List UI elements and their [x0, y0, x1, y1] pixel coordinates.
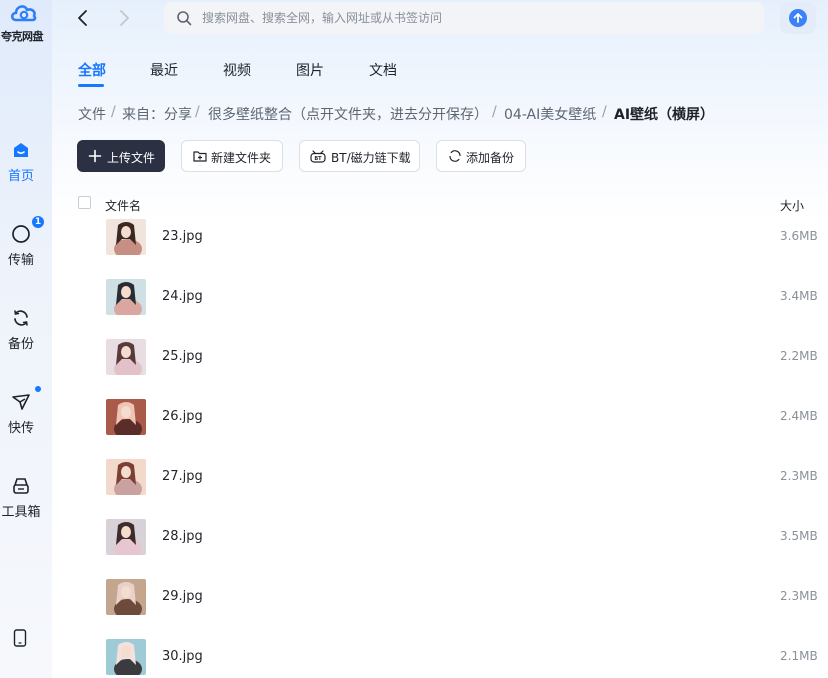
sidebar-item-label: 首页	[7, 169, 34, 184]
file-name[interactable]: 28.jpg	[162, 529, 203, 544]
tab-label: 最近	[150, 63, 178, 79]
plus-icon	[88, 149, 102, 163]
breadcrumb-item[interactable]: 文件	[78, 104, 106, 124]
file-size: 3.6MB	[780, 229, 818, 243]
table-row[interactable]: 26.jpg 2.4MB	[78, 399, 828, 455]
image-thumbnail	[106, 339, 146, 375]
sidebar-item-label: 传输	[7, 253, 34, 268]
sidebar-item-home[interactable]: 首页	[0, 140, 52, 200]
app-window: 夸克网盘 首页 1 传输 备份 快传 工具箱 搜索网盘、搜索全网，输入网址或从书…	[0, 0, 828, 678]
breadcrumb-separator: /	[111, 104, 116, 120]
sidebar-item-backup[interactable]: 备份	[0, 308, 52, 368]
transfer-badge: 1	[32, 216, 44, 228]
image-thumbnail	[106, 279, 146, 315]
new-folder-button[interactable]: 新建文件夹	[181, 140, 283, 172]
image-thumbnail	[106, 639, 146, 675]
tab-recent[interactable]: 最近	[150, 60, 178, 80]
sidebar-item-label: 快传	[7, 421, 34, 436]
file-name[interactable]: 27.jpg	[162, 469, 203, 484]
phone-icon[interactable]	[13, 629, 27, 647]
active-tab-indicator	[78, 84, 104, 87]
breadcrumb-current: AI壁纸（横屏）	[614, 107, 715, 123]
sidebar-item-label: 备份	[7, 337, 34, 352]
breadcrumb-item[interactable]: 很多壁纸整合（点开文件夹，进去分开保存）	[208, 104, 488, 124]
search-icon	[177, 11, 192, 26]
upload-queue-button[interactable]	[780, 2, 816, 34]
file-name[interactable]: 29.jpg	[162, 589, 203, 604]
file-name[interactable]: 24.jpg	[162, 289, 203, 304]
home-icon	[14, 143, 28, 157]
backup-sync-icon	[449, 150, 461, 162]
column-header-name[interactable]: 文件名	[105, 197, 141, 214]
sidebar-item-toolbox[interactable]: 工具箱	[0, 476, 52, 536]
forward-button[interactable]	[113, 6, 135, 30]
app-name: 夸克网盘	[1, 30, 44, 43]
table-row[interactable]: 25.jpg 2.2MB	[78, 339, 828, 395]
bt-icon: BT	[310, 150, 326, 163]
breadcrumb-separator: /	[492, 104, 497, 120]
cloud-logo-icon	[10, 5, 37, 22]
folder-plus-icon	[193, 151, 207, 162]
bt-magnet-download-button[interactable]: BT BT/磁力链下载	[299, 140, 420, 172]
search-input[interactable]	[202, 8, 742, 28]
tab-label: 视频	[223, 63, 251, 79]
file-size: 2.3MB	[780, 469, 818, 483]
tab-document[interactable]: 文档	[369, 60, 397, 80]
toolbox-icon	[13, 478, 29, 494]
column-header-size[interactable]: 大小	[780, 197, 804, 214]
add-backup-button[interactable]: 添加备份	[436, 140, 526, 172]
file-name[interactable]: 25.jpg	[162, 349, 203, 364]
quick-send-icon	[12, 394, 30, 410]
app-logo[interactable]: 夸克网盘	[0, 0, 52, 46]
file-name[interactable]: 23.jpg	[162, 229, 203, 244]
backup-icon	[14, 310, 28, 326]
table-row[interactable]: 28.jpg 3.5MB	[78, 519, 828, 575]
breadcrumb-item[interactable]: 来自：分享	[122, 104, 192, 124]
image-thumbnail	[106, 399, 146, 435]
file-size: 2.2MB	[780, 349, 818, 363]
breadcrumb-item[interactable]: 04-AI美女壁纸	[504, 104, 596, 124]
tab-label: 全部	[78, 63, 106, 79]
sidebar: 夸克网盘 首页 1 传输 备份 快传 工具箱	[0, 0, 52, 678]
image-thumbnail	[106, 519, 146, 555]
file-size: 3.4MB	[780, 289, 818, 303]
upload-file-label: 上传文件	[107, 151, 156, 165]
upload-arrow-icon	[789, 9, 807, 27]
search-bar[interactable]	[164, 2, 764, 34]
image-thumbnail	[106, 219, 146, 255]
file-size: 2.3MB	[780, 589, 818, 603]
file-size: 3.5MB	[780, 529, 818, 543]
breadcrumb-separator: /	[602, 104, 607, 120]
tab-image[interactable]: 图片	[296, 60, 324, 80]
add-backup-label: 添加备份	[466, 151, 515, 165]
bt-download-label: BT/磁力链下载	[331, 151, 411, 165]
transfer-icon	[12, 225, 30, 243]
tab-label: 文档	[369, 63, 397, 79]
notification-dot	[35, 386, 41, 392]
new-folder-label: 新建文件夹	[211, 151, 272, 165]
sidebar-item-quick-send[interactable]: 快传	[0, 386, 52, 452]
table-row[interactable]: 23.jpg 3.6MB	[78, 219, 828, 275]
svg-text:BT: BT	[314, 156, 322, 162]
tab-all[interactable]: 全部	[78, 60, 106, 87]
select-all-checkbox[interactable]	[78, 196, 91, 209]
sidebar-item-label: 工具箱	[1, 505, 41, 520]
table-row[interactable]: 30.jpg 2.1MB	[78, 639, 828, 678]
upload-file-button[interactable]: 上传文件	[77, 140, 165, 172]
breadcrumb-separator: /	[195, 104, 200, 120]
file-name[interactable]: 30.jpg	[162, 649, 203, 664]
table-row[interactable]: 24.jpg 3.4MB	[78, 279, 828, 335]
file-list-header: 文件名 大小	[78, 194, 828, 214]
file-size: 2.1MB	[780, 649, 818, 663]
file-size: 2.4MB	[780, 409, 818, 423]
tab-label: 图片	[296, 63, 324, 79]
sidebar-item-transfer[interactable]: 1 传输	[0, 216, 52, 284]
table-row[interactable]: 29.jpg 2.3MB	[78, 579, 828, 635]
image-thumbnail	[106, 579, 146, 615]
table-row[interactable]: 27.jpg 2.3MB	[78, 459, 828, 515]
tab-video[interactable]: 视频	[223, 60, 251, 80]
back-button[interactable]	[72, 6, 94, 30]
file-name[interactable]: 26.jpg	[162, 409, 203, 424]
image-thumbnail	[106, 459, 146, 495]
